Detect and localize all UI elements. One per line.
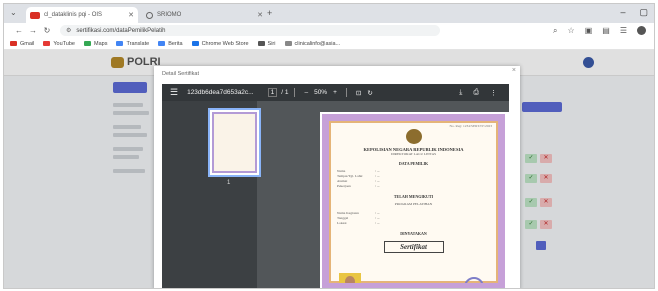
print-icon[interactable]: ⎙	[473, 89, 479, 97]
owner-fields: Nama: ... Tempat/Tgl. Lahir: ... Alamat: .…	[337, 169, 490, 189]
page-thumbnail[interactable]	[208, 108, 261, 177]
field-key: Pekerjaan	[337, 184, 351, 188]
tab-active[interactable]: cl_dataklinis pqi - OIS ✕	[26, 7, 138, 23]
bookmark-item[interactable]: Maps	[84, 41, 107, 47]
bookmark-star-icon[interactable]: ☆	[568, 26, 575, 36]
bookmark-favicon-icon	[257, 41, 265, 46]
thumbnail-image	[212, 112, 257, 173]
bookmark-label: Siri	[267, 40, 276, 47]
youtube-favicon-icon	[30, 11, 40, 19]
field-key: Lokasi	[337, 221, 347, 225]
site-info-icon[interactable]: ⚙	[66, 27, 71, 34]
bookmark-label: Chrome Web Store	[201, 40, 249, 47]
bookmark-item[interactable]: clinicalinfo@asia...	[284, 40, 341, 47]
extensions-icon[interactable]: ▣	[585, 26, 593, 36]
certificate-number: No. Reg: 1234/SERT/IV/2023	[449, 124, 492, 128]
divider	[294, 88, 296, 97]
window-controls: – ▢	[620, 7, 648, 18]
bookmark-favicon-icon	[43, 41, 51, 46]
tab-label: cl_dataklinis pqi - OIS	[44, 12, 103, 18]
zoom-in-icon[interactable]: +	[333, 89, 337, 96]
bookmark-label: clinicalinfo@asia...	[294, 40, 341, 47]
sidepanel-icon[interactable]: ▤	[602, 26, 610, 36]
certificate-subheading: DIREKTORAT LALU LINTAS	[390, 152, 437, 156]
page-total: / 1	[281, 89, 289, 96]
zoom-icon[interactable]: ⌕	[553, 26, 557, 36]
toolbar-icons: ⌕ ☆ ▣ ▤ ☰	[553, 25, 654, 36]
menu-icon[interactable]: ☰	[620, 26, 627, 36]
bookmark-label: Berita	[168, 40, 183, 47]
pdf-toolbar: ☰ 123db6dea7d653a2c... 1 / 1 – 50% + ⊡ ↻…	[162, 84, 509, 101]
zoom-level[interactable]: 50%	[314, 89, 327, 96]
bookmark-label: Maps	[94, 40, 108, 47]
bookmark-item[interactable]: Translate	[116, 41, 149, 47]
bookmark-label: Gmail	[20, 40, 35, 47]
bookmark-favicon-icon	[84, 41, 91, 46]
certificate-field: Lokasi : ...	[337, 221, 490, 226]
bookmarks-bar: Gmail YouTube Maps Translate Berita Chrome We…	[4, 38, 654, 50]
pdf-page: No. Reg: 1234/SERT/IV/2023 KEPOLISIAN NE…	[320, 112, 509, 289]
zoom-out-icon[interactable]: –	[304, 89, 308, 96]
more-options-icon[interactable]: ⋮	[490, 89, 497, 97]
photo-shirt	[340, 288, 360, 289]
bookmark-favicon-icon	[158, 41, 166, 46]
photo-face	[345, 276, 355, 283]
section-subtitle: PROGRAM PELATIHAN	[394, 202, 433, 206]
url-input[interactable]: ⚙ sertifikasi.com/dataPemilikPelatih	[60, 25, 440, 36]
section-title: DATA PEMILIK	[398, 161, 429, 166]
pdf-viewer: ☰ 123db6dea7d653a2c... 1 / 1 – 50% + ⊡ ↻…	[162, 84, 509, 289]
close-icon[interactable]: ×	[512, 67, 516, 74]
maximize-icon[interactable]: ▢	[639, 7, 648, 18]
globe-icon	[146, 11, 153, 19]
certificate-field: Pekerjaan : ...	[337, 184, 490, 189]
forward-icon[interactable]: →	[26, 26, 40, 35]
police-emblem-icon	[405, 129, 422, 144]
profile-avatar[interactable]	[637, 25, 646, 35]
back-icon[interactable]: ←	[12, 26, 26, 35]
bookmark-favicon-icon	[116, 41, 124, 46]
section-title: DINYATAKAN	[400, 231, 427, 236]
pdf-actions: ⤓ ⎙ ⋮	[459, 89, 509, 97]
download-icon[interactable]: ⤓	[459, 89, 462, 97]
certificate-document: No. Reg: 1234/SERT/IV/2023 KEPOLISIAN NE…	[322, 114, 505, 289]
bookmark-item[interactable]: YouTube	[43, 41, 75, 47]
browser-window: ⌄ cl_dataklinis pqi - OIS ✕ SRIOMO ✕ + –…	[3, 3, 655, 289]
thumbnail-sidebar: 1	[162, 101, 261, 288]
bookmark-item[interactable]: Gmail	[10, 41, 34, 47]
bookmark-label: Translate	[126, 40, 150, 47]
address-bar-row: ← → ↻ ⚙ sertifikasi.com/dataPemilikPelat…	[4, 23, 654, 38]
thumbnail-page-number: 1	[227, 180, 231, 186]
bookmark-label: YouTube	[53, 40, 75, 47]
close-icon[interactable]: ✕	[128, 11, 134, 19]
close-icon[interactable]: ✕	[257, 11, 263, 19]
section-title: TELAH MENGIKUTI	[393, 194, 434, 199]
bookmark-item[interactable]: Siri	[257, 40, 276, 47]
modal-title: Detail Sertifikat	[162, 71, 199, 77]
pdf-filename: 123db6dea7d653a2c...	[187, 89, 254, 96]
tab-strip: ⌄ cl_dataklinis pqi - OIS ✕ SRIOMO ✕ + –…	[4, 4, 654, 23]
certificate-modal: Detail Sertifikat × ☰ 123db6dea7d653a2c.…	[154, 66, 520, 289]
certificate-title: Sertifikat	[383, 241, 444, 253]
owner-photo	[339, 273, 361, 289]
field-value: : ...	[375, 221, 380, 225]
bookmark-item[interactable]: Chrome Web Store	[191, 40, 249, 47]
bookmark-favicon-icon	[284, 41, 292, 46]
bookmark-favicon-icon	[191, 41, 199, 46]
url-text: sertifikasi.com/dataPemilikPelatih	[76, 27, 166, 34]
bookmark-item[interactable]: Berita	[158, 40, 183, 47]
divider	[345, 88, 347, 97]
hamburger-menu-icon[interactable]: ☰	[170, 87, 178, 98]
new-tab-icon[interactable]: +	[267, 8, 272, 18]
page-number-input[interactable]: 1	[267, 88, 278, 97]
tab-search-icon[interactable]: ⌄	[10, 8, 17, 17]
field-value: : ...	[375, 184, 380, 188]
tab-label: SRIOMO	[157, 12, 182, 18]
minimize-icon[interactable]: –	[620, 7, 625, 18]
tab-inactive[interactable]: SRIOMO ✕	[142, 7, 267, 23]
fit-page-icon[interactable]: ⊡	[356, 89, 361, 97]
bookmark-favicon-icon	[10, 41, 17, 46]
rotate-icon[interactable]: ↻	[367, 89, 372, 97]
reload-icon[interactable]: ↻	[40, 26, 54, 35]
training-fields: Nama Kegiatan: ... Tanggal: ... Lokasi: ..…	[337, 211, 490, 226]
